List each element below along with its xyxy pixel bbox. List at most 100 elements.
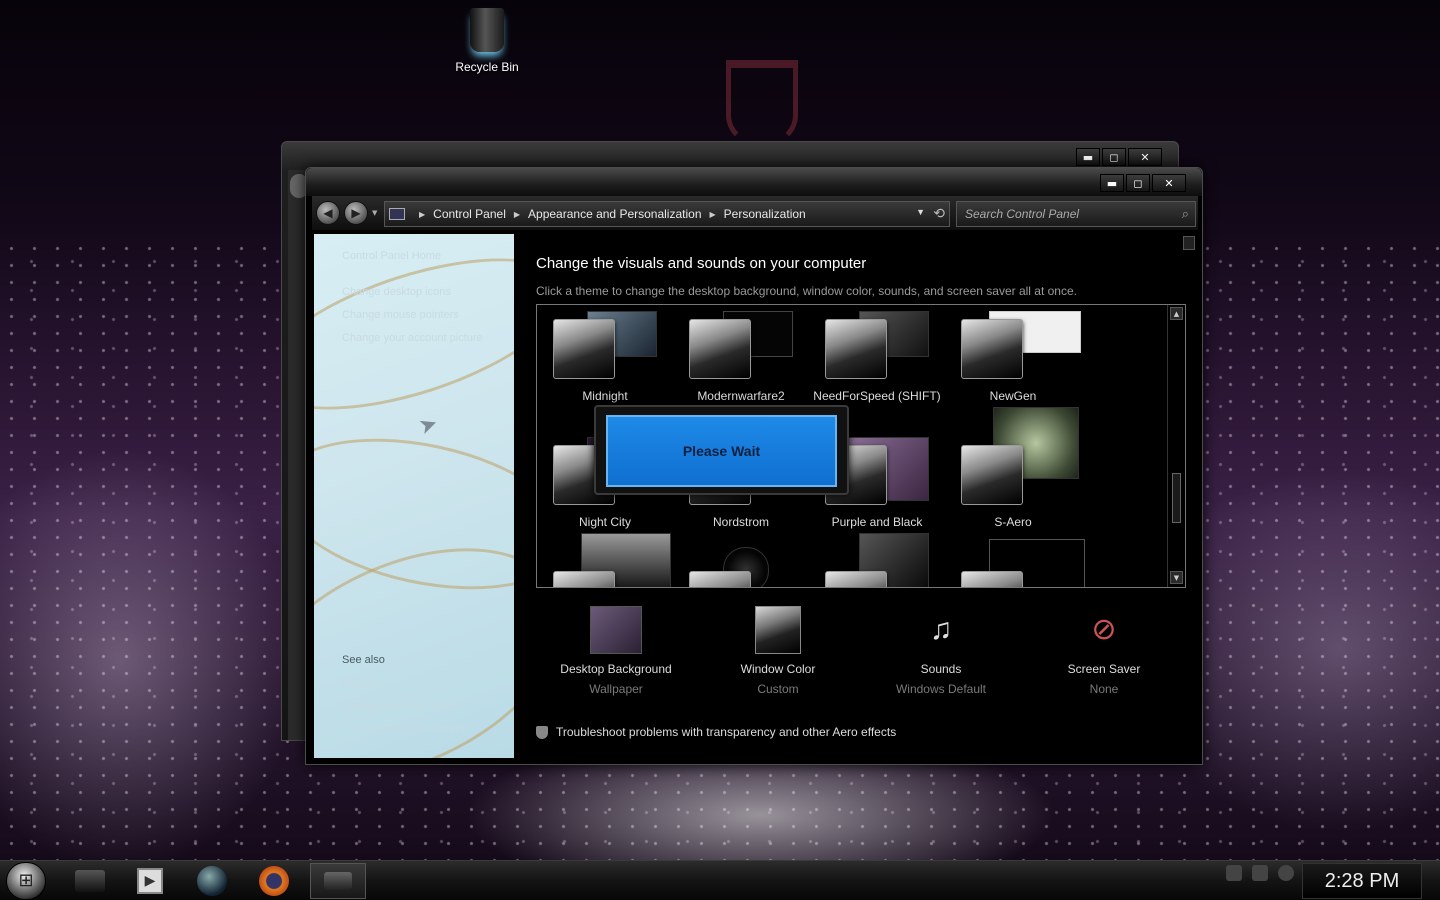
taskbar-app-firefox[interactable] [246,863,302,899]
desktop-icon-recycle-bin[interactable]: Recycle Bin [450,8,524,75]
window-color-swatch [553,571,615,587]
firefox-icon [259,866,289,896]
background-minimize-button[interactable]: ▬ [1076,148,1100,166]
battery-icon[interactable] [1252,865,1268,881]
taskbar-app-media[interactable]: ▶ [122,863,178,899]
screen-saver-none-icon: ⊘ [1091,613,1117,646]
control-panel-icon [324,872,352,890]
address-bar[interactable]: ▶ Control Panel ▶ Appearance and Persona… [384,201,950,227]
network-icon[interactable] [1226,865,1242,881]
system-tray [1226,865,1294,881]
tile-value: Custom [757,682,799,696]
window-color-tile[interactable]: Window Color Custom [698,606,858,696]
tile-title: Desktop Background [560,662,672,676]
window-color-swatch [689,571,751,587]
screen-saver-tile[interactable]: ⊘ Screen Saver None [1024,606,1184,696]
display-link[interactable]: Display [342,677,378,689]
tower-silhouette [726,60,798,145]
ease-of-access-link[interactable]: Ease of Access Center [354,723,465,735]
minimize-button[interactable]: ▬ [1100,174,1124,192]
theme-row3-item[interactable] [673,547,809,587]
sounds-tile[interactable]: ♫ Sounds Windows Default [861,606,1021,696]
see-also-heading: See also [342,654,385,666]
taskbar-start-menu-link[interactable]: Taskbar and Start Menu [342,700,459,712]
chevron-right-icon[interactable]: ▶ [710,210,716,219]
tile-value: None [1089,682,1119,696]
breadcrumb-control-panel[interactable]: Control Panel [433,207,506,221]
background-maximize-button[interactable]: ◻ [1102,148,1126,166]
breadcrumb-appearance[interactable]: Appearance and Personalization [528,207,701,221]
back-button[interactable]: ◀ [316,201,340,225]
recent-pages-icon[interactable]: ▼ [372,209,377,217]
search-input[interactable]: Search Control Panel ⌕ [956,201,1196,227]
refresh-icon[interactable]: ⟲ [933,205,945,222]
address-dropdown-icon[interactable]: ▼ [916,207,925,217]
theme-row3-item[interactable] [809,533,945,587]
globe-icon [197,866,227,896]
scroll-thumb[interactable] [1172,473,1181,523]
page-subtitle: Click a theme to change the desktop back… [536,284,1077,298]
task-pane: Control Panel Home Change desktop icons … [314,234,514,758]
chevron-right-icon[interactable]: ▶ [419,210,425,219]
tile-title: Sounds [920,662,962,676]
desktop-background-tile[interactable]: Desktop Background Wallpaper [536,606,696,696]
change-desktop-icons-link[interactable]: Change desktop icons [342,286,451,298]
taskbar-app-control-panel[interactable] [310,863,366,899]
taskbar-app-globe[interactable] [184,863,240,899]
theme-name: Purple and Black [831,515,923,529]
mouse-cursor-icon: ➤ [415,409,441,440]
recycle-bin-label: Recycle Bin [455,60,519,74]
start-button[interactable]: ⊞ [6,862,46,900]
recycle-bin-icon [470,8,504,52]
page-title: Change the visuals and sounds on your co… [536,255,867,272]
theme-name: Night City [578,515,631,529]
window-color-swatch [961,445,1023,505]
clock[interactable]: 2:28 PM [1302,863,1422,899]
theme-name: NewGen [989,389,1037,403]
window-color-swatch [961,319,1023,379]
back-icon: ◀ [323,206,333,220]
theme-row3-item[interactable] [945,539,1085,587]
theme-name: NeedForSpeed (SHIFT) [813,389,941,403]
background-close-button[interactable]: ✕ [1128,148,1162,166]
forward-button[interactable]: ▶ [344,201,368,225]
media-player-icon: ▶ [137,868,163,894]
search-placeholder: Search Control Panel [965,207,1080,221]
control-panel-home-link[interactable]: Control Panel Home [342,250,441,262]
please-wait-text: Please Wait [606,415,837,487]
theme-row3-item[interactable] [537,533,673,587]
music-notes-icon: ♫ [929,613,953,646]
search-icon[interactable]: ⌕ [1182,206,1189,222]
close-button[interactable]: ✕ [1152,174,1186,192]
volume-icon[interactable] [1278,865,1294,881]
theme-name: Midnight [582,389,628,403]
caption-buttons: ▬ ◻ ✕ [1100,174,1186,192]
title-bar[interactable]: ▬ ◻ ✕ [306,168,1202,196]
shield-icon [536,725,548,739]
maximize-button[interactable]: ◻ [1126,174,1150,192]
drive-icon [75,870,105,892]
window-color-swatch [553,319,615,379]
tile-title: Window Color [740,662,816,676]
theme-list-scrollbar[interactable]: ▲ ▼ [1167,305,1185,587]
window-color-swatch [825,571,887,587]
chevron-right-icon[interactable]: ▶ [514,210,520,219]
control-panel-icon [389,208,405,220]
desktop-background-icon [590,606,642,654]
change-account-picture-link[interactable]: Change your account picture [342,332,483,344]
scroll-down-icon[interactable]: ▼ [1170,571,1183,584]
tile-value: Wallpaper [589,682,643,696]
troubleshoot-link[interactable]: Troubleshoot problems with transparency … [536,725,896,739]
change-mouse-pointers-link[interactable]: Change mouse pointers [342,309,459,321]
window-color-icon [755,606,801,654]
window-color-swatch [961,571,1023,587]
taskbar-app-drive[interactable] [62,863,118,899]
window-color-swatch [689,319,751,379]
scroll-up-icon[interactable]: ▲ [1170,307,1183,320]
breadcrumb-personalization[interactable]: Personalization [724,207,806,221]
main-content: Change the visuals and sounds on your co… [536,234,1196,758]
start-orb-icon: ⊞ [18,870,34,891]
address-row: ◀ ▶ ▼ ▶ Control Panel ▶ Appearance and P… [312,196,1198,230]
theme-name: Modernwarfare2 [697,389,785,403]
help-icon[interactable] [1183,236,1195,250]
